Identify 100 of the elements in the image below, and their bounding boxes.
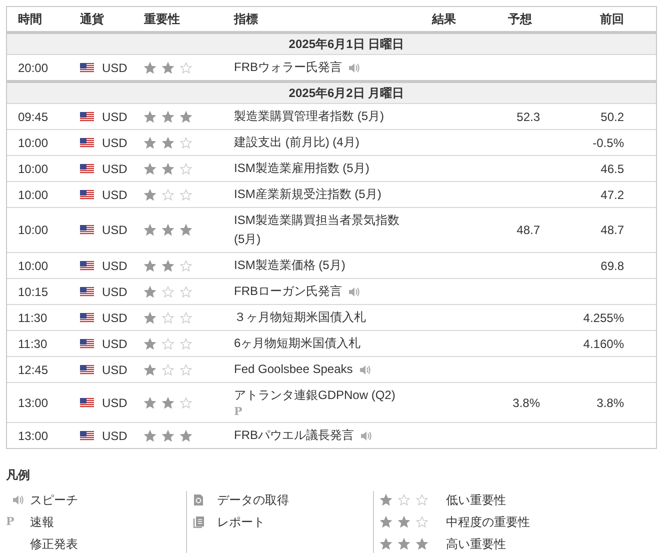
us-flag-icon [80,312,94,322]
filled-star-icon [144,338,156,350]
filled-star-icon [180,110,192,122]
filled-star-icon [144,312,156,324]
empty-star-icon [416,494,428,506]
us-flag-icon [80,398,94,408]
filled-star-icon [144,110,156,122]
event-time: 12:45 [18,362,48,378]
empty-star-icon [162,286,174,298]
filled-star-icon [180,430,192,442]
filled-star-icon [162,162,174,174]
filled-star-icon [144,162,156,174]
event-title[interactable]: ISM製造業購買担当者景気指数 (5月) [234,211,420,249]
event-title[interactable]: 6ヶ月物短期米国債入札 [234,334,361,353]
currency-code: USD [102,160,128,176]
us-flag-icon [80,286,94,296]
filled-star-icon [144,396,156,408]
us-flag-icon [80,164,94,174]
filled-star-icon [162,62,174,74]
report-icon [193,516,205,528]
us-flag-icon [80,225,94,235]
previous-value: 48.7 [600,222,624,238]
empty-star-icon [180,188,192,200]
legend-label: データの取得 [217,492,289,508]
previous-value: 69.8 [600,258,624,274]
previous-value: 50.2 [600,108,624,124]
empty-star-icon [180,260,192,272]
empty-star-icon [398,494,410,506]
event-title[interactable]: FRBパウエル議長発言 [234,426,354,445]
empty-star-icon [162,188,174,200]
currency-code: USD [102,60,128,76]
event-title[interactable]: ISM産業新規受注指数 (5月) [234,185,382,204]
us-flag-icon [80,190,94,200]
empty-star-icon [180,338,192,350]
legend-title: 凡例 [6,467,31,483]
empty-star-icon [180,136,192,148]
previous-value: 47.2 [600,186,624,202]
speaker-icon [360,430,372,442]
filled-star-icon [180,224,192,236]
date-header: 2025年6月2日 月曜日 [288,86,404,100]
us-flag-icon [80,138,94,148]
us-flag-icon [80,260,94,270]
currency-code: USD [102,134,128,150]
event-time: 10:15 [18,284,48,300]
previous-value: 46.5 [600,160,624,176]
event-title[interactable]: Fed Goolsbee Speaks [234,360,353,379]
forecast-value: 48.7 [516,222,540,238]
event-title[interactable]: ISM製造業価格 (5月) [234,256,346,275]
empty-star-icon [162,364,174,376]
filled-star-icon [144,188,156,200]
event-time: 10:00 [18,186,48,202]
previous-value: -0.5% [592,134,624,150]
currency-code: USD [102,336,128,352]
currency-code: USD [102,108,128,124]
filled-star-icon [398,538,410,550]
filled-star-icon [144,62,156,74]
legend-label: 修正発表 [30,536,78,552]
event-title[interactable]: FRBウォラー氏発言 [234,58,342,77]
event-title[interactable]: ISM製造業雇用指数 (5月) [234,159,370,178]
filled-star-icon [162,110,174,122]
event-title[interactable]: アトランタ連銀GDPNow (Q2) [234,386,396,405]
event-title[interactable]: 製造業購買管理者指数 (5月) [234,107,384,126]
empty-star-icon [162,312,174,324]
event-title[interactable]: FRBローガン氏発言 [234,282,342,301]
speaker-icon [358,364,371,376]
us-flag-icon [80,62,94,72]
event-time: 11:30 [18,336,48,352]
forecast-value: 3.8% [512,394,540,410]
forecast-value: 52.3 [516,108,540,124]
filled-star-icon [144,286,156,298]
event-time: 10:00 [18,222,48,238]
filled-star-icon [380,538,392,550]
filled-star-icon [144,224,156,236]
event-time: 13:00 [18,394,48,410]
speaker-icon [348,286,360,298]
currency-code: USD [102,394,128,410]
us-flag-icon [80,430,94,440]
filled-star-icon [162,396,174,408]
empty-star-icon [162,338,174,350]
currency-code: USD [102,222,128,238]
filled-star-icon [162,136,174,148]
legend-label: 中程度の重要性 [446,514,530,530]
date-header: 2025年6月1日 日曜日 [288,37,404,51]
filled-star-icon [144,364,156,376]
column-header: 結果 [432,12,456,26]
column-header: 前回 [600,12,624,26]
filled-star-icon [144,136,156,148]
event-time: 20:00 [18,60,48,76]
event-time: 10:00 [18,258,48,274]
previous-value: 4.255% [583,310,624,326]
previous-value: 4.160% [583,336,624,352]
previous-value: 3.8% [596,394,624,410]
preliminary-mark: P [234,405,242,419]
column-header: 重要性 [144,12,180,26]
legend-label: スピーチ [30,492,78,508]
empty-star-icon [180,364,192,376]
event-title[interactable]: 建設支出 (前月比) (4月) [234,133,360,152]
event-title[interactable]: ３ヶ月物短期米国債入札 [234,308,366,327]
us-flag-icon [80,338,94,348]
empty-star-icon [416,516,428,528]
